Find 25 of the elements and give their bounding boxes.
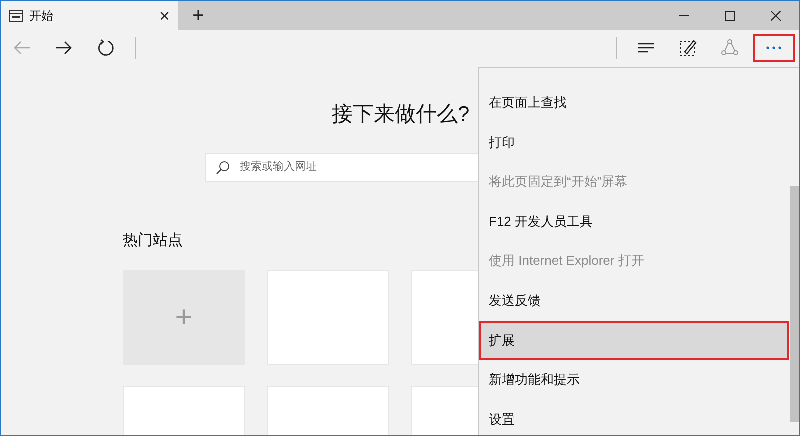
maximize-icon xyxy=(725,10,735,20)
back-arrow-icon xyxy=(13,39,31,57)
menu-item[interactable]: F12 开发人员工具 xyxy=(479,202,789,242)
tab-title: 开始 xyxy=(30,8,54,24)
search-icon xyxy=(216,160,230,174)
menu-item[interactable]: 新增功能和提示 xyxy=(479,360,789,400)
scrollbar-thumb[interactable] xyxy=(790,186,799,422)
close-icon xyxy=(771,10,781,20)
share-icon xyxy=(721,39,740,57)
more-button[interactable] xyxy=(754,36,792,60)
menu-item[interactable]: 扩展 xyxy=(479,320,789,360)
menu-item[interactable]: 设置 xyxy=(479,400,789,435)
page-heading: 接下来做什么? xyxy=(332,103,470,126)
dots-icon xyxy=(766,46,782,50)
site-tile[interactable] xyxy=(267,270,389,365)
menu-item[interactable]: 发送反馈 xyxy=(479,280,789,321)
section-title: 热门站点 xyxy=(123,232,183,248)
page-icon xyxy=(9,10,23,22)
browser-tab[interactable]: 开始 × xyxy=(1,1,178,30)
close-tab-button[interactable]: × xyxy=(159,6,170,24)
pen-square-icon xyxy=(679,39,698,57)
new-tab-button[interactable]: + xyxy=(184,1,212,30)
refresh-icon xyxy=(97,39,115,57)
forward-arrow-icon xyxy=(55,39,73,57)
menu-item[interactable]: 在页面上查找 xyxy=(479,83,789,123)
